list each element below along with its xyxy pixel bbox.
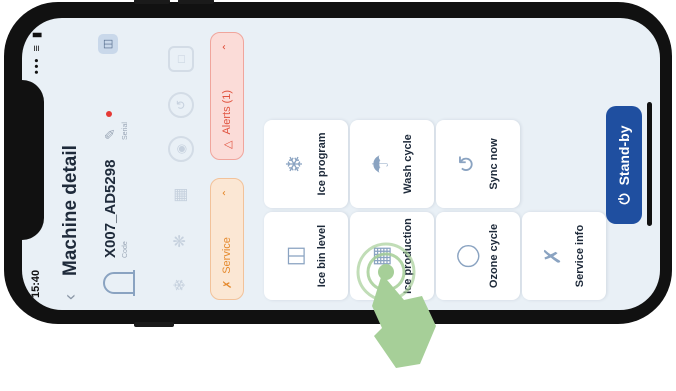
tile-label: Service info <box>574 224 586 288</box>
status-dot <box>106 111 112 117</box>
tap-gesture-icon <box>356 242 436 368</box>
grid-icon: ▦ <box>172 187 189 203</box>
alerts-label: Alerts (1) <box>221 89 233 135</box>
chevron-down-icon: ⌃ <box>221 43 233 52</box>
screen: 15:40 ••• ≡ ▮ ‹ Machine detail X007_AD52… <box>22 18 660 310</box>
device-icon[interactable]: ◫ <box>98 34 118 54</box>
machine-code: X007_AD5298 <box>102 159 119 258</box>
app-content: 15:40 ••• ≡ ▮ ‹ Machine detail X007_AD52… <box>22 18 660 310</box>
side-button <box>134 322 174 327</box>
ice-program-icon: ❄ <box>282 154 307 174</box>
ice-machine-icon <box>103 270 135 296</box>
tile-ice-bin-level[interactable]: ◫ Ice bin level <box>264 212 348 300</box>
bell-icon: △ <box>221 140 234 149</box>
status-pills: ✗ Service ⌃ △ Alerts (1) ⌃ <box>210 28 246 300</box>
snowflake-icon: ❄ <box>172 278 189 292</box>
service-pill[interactable]: ✗ Service ⌃ <box>210 178 244 300</box>
status-time: 15:40 <box>30 269 42 298</box>
ozone-icon: ◯ <box>454 243 479 269</box>
volume-down-button <box>178 0 214 4</box>
chevron-down-icon: ⌃ <box>221 189 233 198</box>
sync-icon: ↺ <box>454 154 479 174</box>
refresh-icon: ↺ <box>168 92 194 118</box>
fan-icon: ❋ <box>172 234 189 248</box>
wrench-icon: ✗ <box>540 246 565 266</box>
volume-up-button <box>134 0 170 4</box>
header: ‹ Machine detail <box>56 28 88 300</box>
tile-label: Ice program <box>316 132 328 196</box>
service-label: Service <box>221 237 233 274</box>
tile-label: Ice bin level <box>316 224 328 288</box>
alerts-pill[interactable]: △ Alerts (1) ⌃ <box>210 32 244 160</box>
tile-ice-program[interactable]: ❄ Ice program <box>264 120 348 208</box>
wrench-icon: ✗ <box>221 279 234 289</box>
code-caption: Code <box>122 241 129 258</box>
chevron-left-icon[interactable]: ‹ <box>60 294 81 300</box>
tile-label: Wash cycle <box>402 134 414 194</box>
page-title: Machine detail <box>60 145 81 276</box>
tile-wash-cycle[interactable]: ☂ Wash cycle <box>350 120 434 208</box>
tile-sync-now[interactable]: ↺ Sync now <box>436 120 520 208</box>
tile-service-info[interactable]: ✗ Service info <box>522 212 606 300</box>
edit-icon[interactable]: ✎ <box>102 128 119 140</box>
phone-frame: 15:40 ••• ≡ ▮ ‹ Machine detail X007_AD52… <box>4 0 672 327</box>
tile-label: Sync now <box>488 138 500 190</box>
home-indicator <box>647 102 652 226</box>
tile-ozone-cycle[interactable]: ◯ Ozone cycle <box>436 212 520 300</box>
power-icon: ⏻ <box>615 193 632 205</box>
shower-icon: ☂ <box>368 154 393 174</box>
ice-bin-icon: ◫ <box>282 245 307 267</box>
machine-info: X007_AD5298 Code Serial ✎ ◫ <box>96 28 154 300</box>
status-icons: ••• ≡ ▮ <box>31 30 43 75</box>
notch <box>22 80 44 240</box>
gauge-icon: ◉ <box>168 136 194 162</box>
quick-icons: ❄ ❋ ▦ ◉ ↺ □ <box>162 28 202 300</box>
serial-caption: Serial <box>122 122 129 140</box>
standby-button[interactable]: ⏻ Stand-by <box>606 106 642 224</box>
tile-label: Ozone cycle <box>488 223 500 289</box>
standby-label: Stand-by <box>616 125 632 186</box>
box-icon: □ <box>168 46 194 72</box>
